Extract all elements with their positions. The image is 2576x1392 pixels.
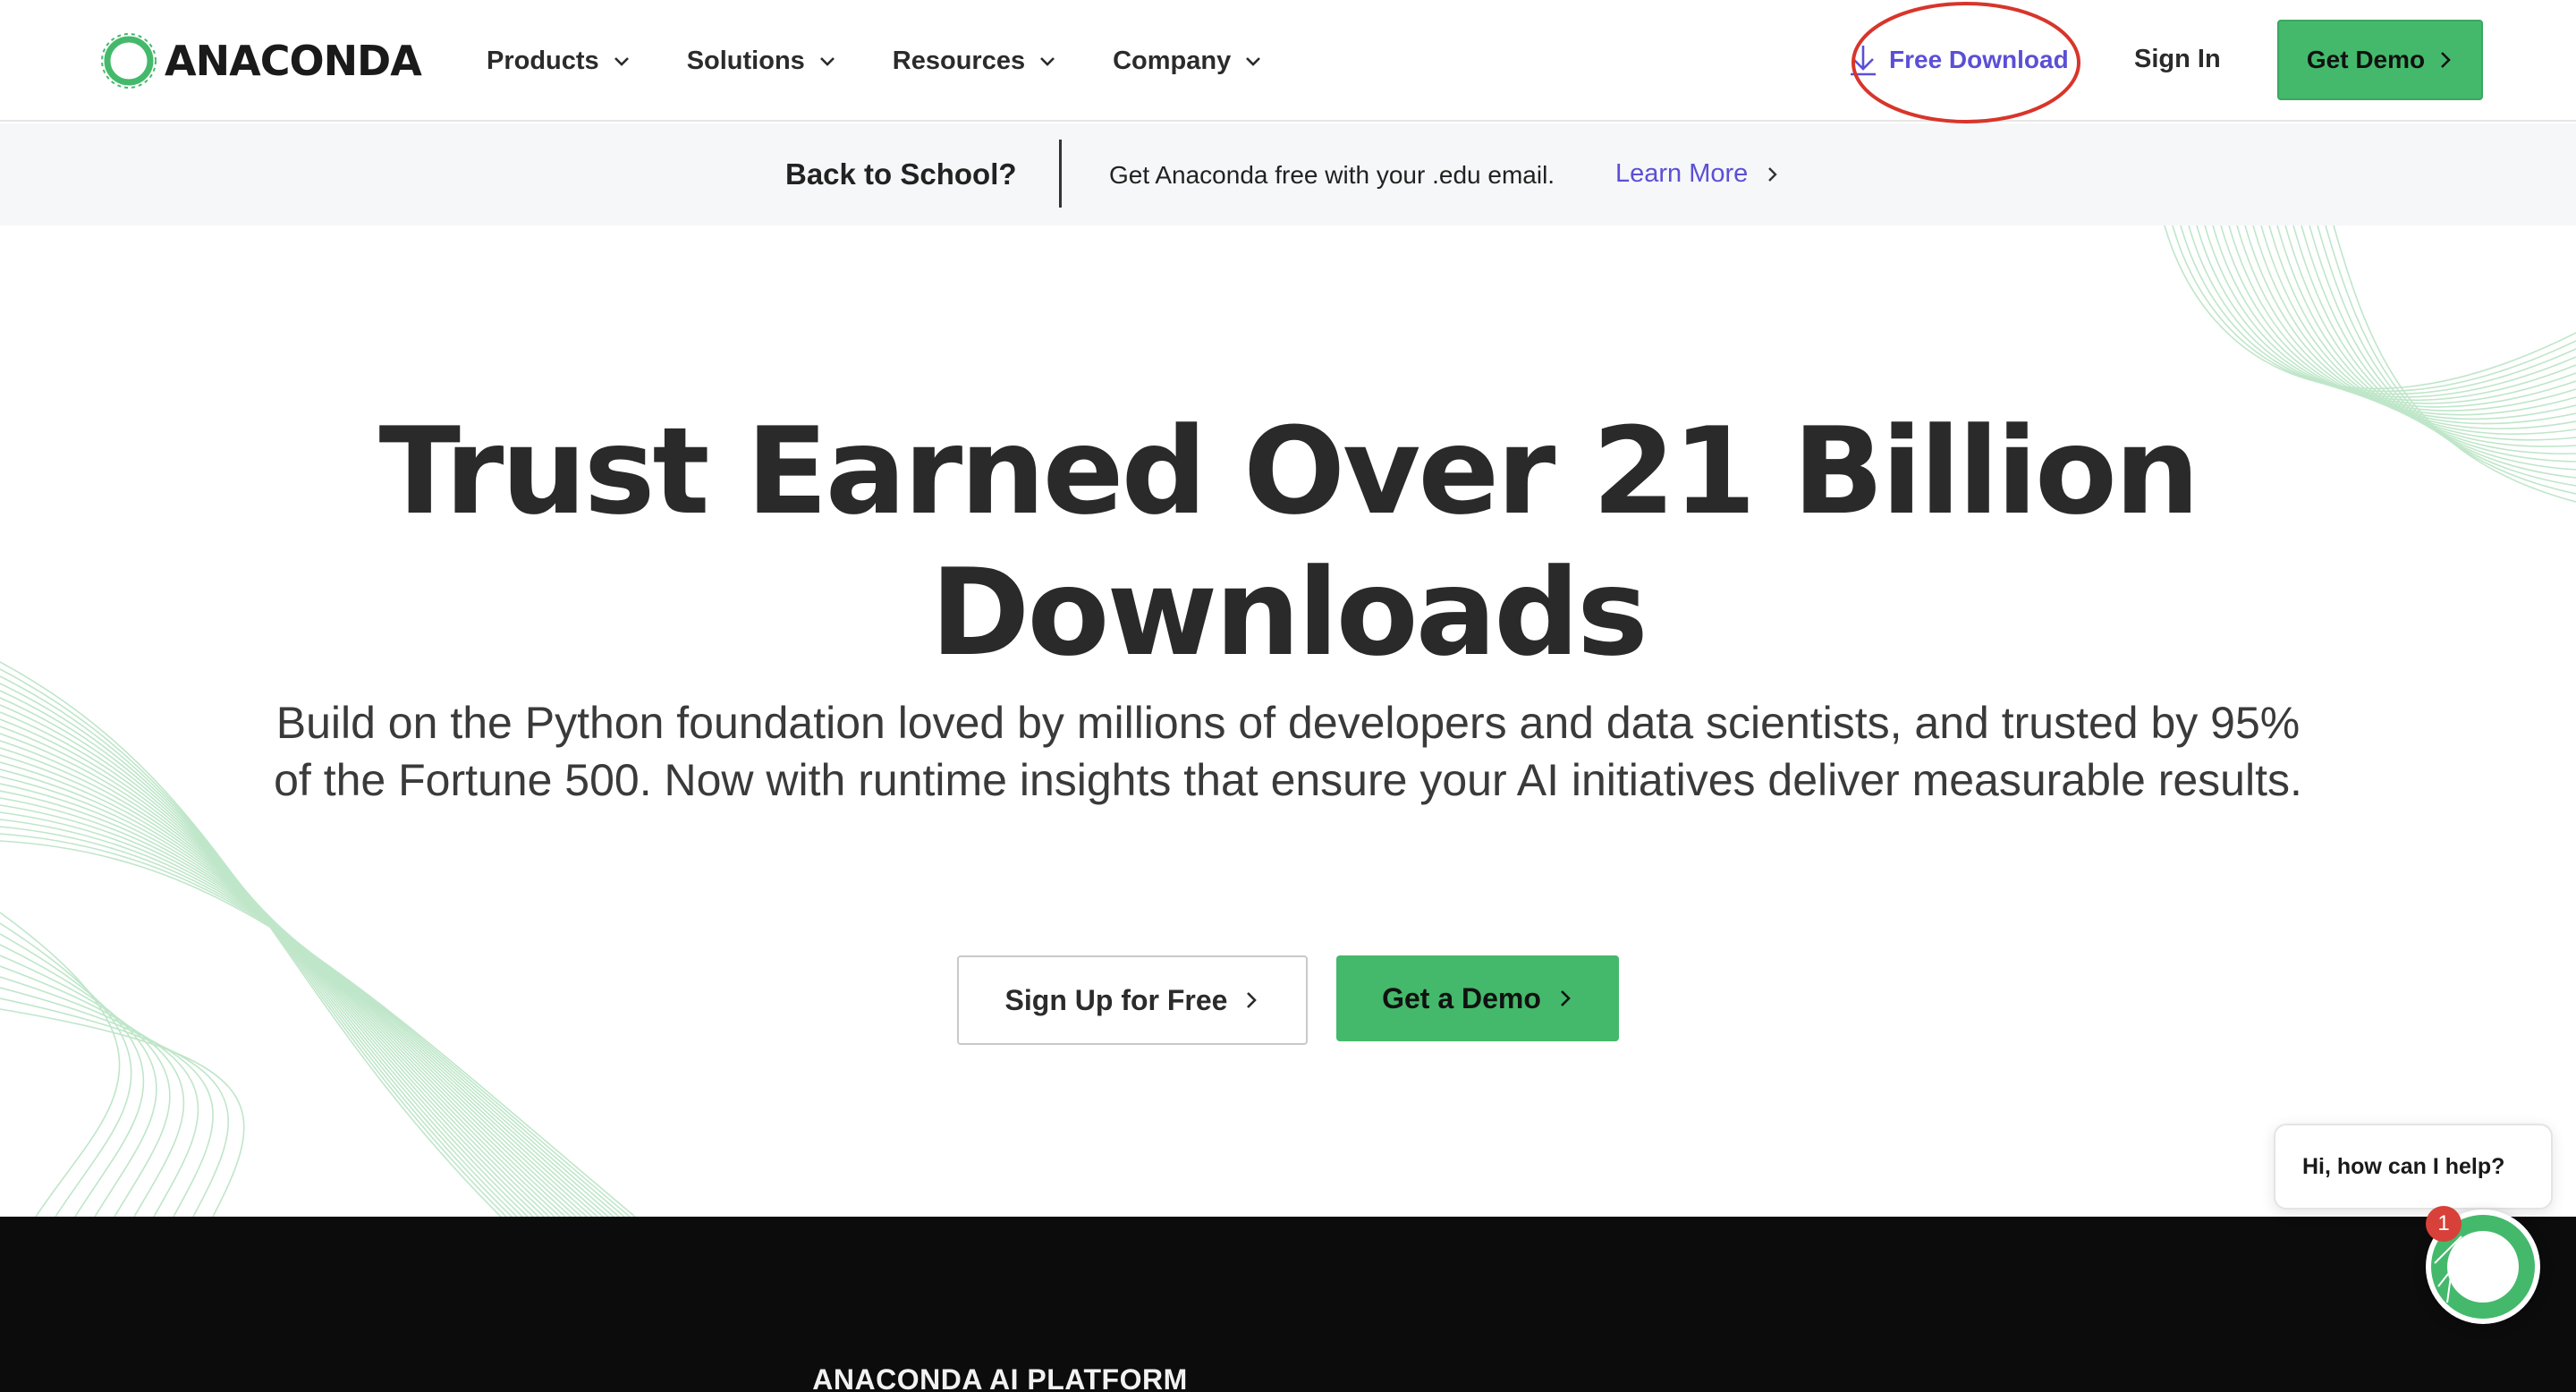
logo-text: ANACONDA [165,37,422,85]
hero-title-line2: Downloads [930,543,1648,683]
learn-more-link[interactable]: Learn More [1615,159,1780,189]
download-icon [1851,46,1876,76]
get-demo-label: Get Demo [2306,46,2426,73]
chevron-down-icon [1246,57,1261,66]
main-nav: Products Solutions Resources Company [487,39,1318,82]
sign-up-free-button[interactable]: Sign Up for Free [957,955,1308,1045]
nav-products[interactable]: Products [487,39,631,82]
sign-up-label: Sign Up for Free [1004,983,1228,1016]
banner-text: Get Anaconda free with your .edu email. [1109,161,1555,189]
platform-label-text: ANACONDA AI PLATFORM [812,1363,1188,1392]
banner-divider [1059,140,1062,208]
get-demo-button[interactable]: Get Demo [2277,20,2483,100]
free-download-label: Free Download [1889,46,2069,73]
chevron-down-icon [614,57,629,66]
hero-subtitle: Build on the Python foundation loved by … [274,698,2302,805]
chevron-down-icon [819,57,835,66]
site-header: ANACONDA Products Solutions Resources Co… [0,0,2576,123]
platform-label: ANACONDA AI PLATFORM [0,1363,2576,1392]
chat-prompt-bubble[interactable]: Hi, how can I help? [2274,1124,2553,1210]
nav-resources[interactable]: Resources [893,39,1057,82]
chevron-right-icon [2441,52,2451,68]
nav-label: Company [1113,46,1232,75]
nav-label: Resources [892,46,1026,75]
learn-more-label: Learn More [1615,159,1749,188]
hero-title: Trust Earned Over 21 Billion Downloads [0,401,2576,683]
platform-section: ANACONDA AI PLATFORM [0,1217,2576,1392]
promo-banner: Back to School? Get Anaconda free with y… [0,123,2576,225]
get-a-demo-label: Get a Demo [1382,981,1541,1014]
chevron-right-icon [1768,166,1778,182]
nav-company[interactable]: Company [1113,39,1263,82]
chevron-right-icon [1560,990,1571,1006]
anaconda-logo[interactable]: ANACONDA [100,32,422,89]
banner-title: Back to School? [785,157,1017,191]
nav-label: Solutions [686,46,805,75]
nav-label: Products [487,46,599,75]
free-download-link[interactable]: Free Download [1848,38,2069,82]
nav-solutions[interactable]: Solutions [687,39,837,82]
chevron-down-icon [1040,57,1055,66]
get-a-demo-button[interactable]: Get a Demo [1336,955,1619,1041]
hero-title-line1: Trust Earned Over 21 Billion [378,402,2200,541]
sign-in-link[interactable]: Sign In [2134,41,2221,77]
notification-badge: 1 [2426,1206,2462,1242]
chevron-right-icon [1247,992,1258,1008]
anaconda-logo-icon [101,33,157,89]
